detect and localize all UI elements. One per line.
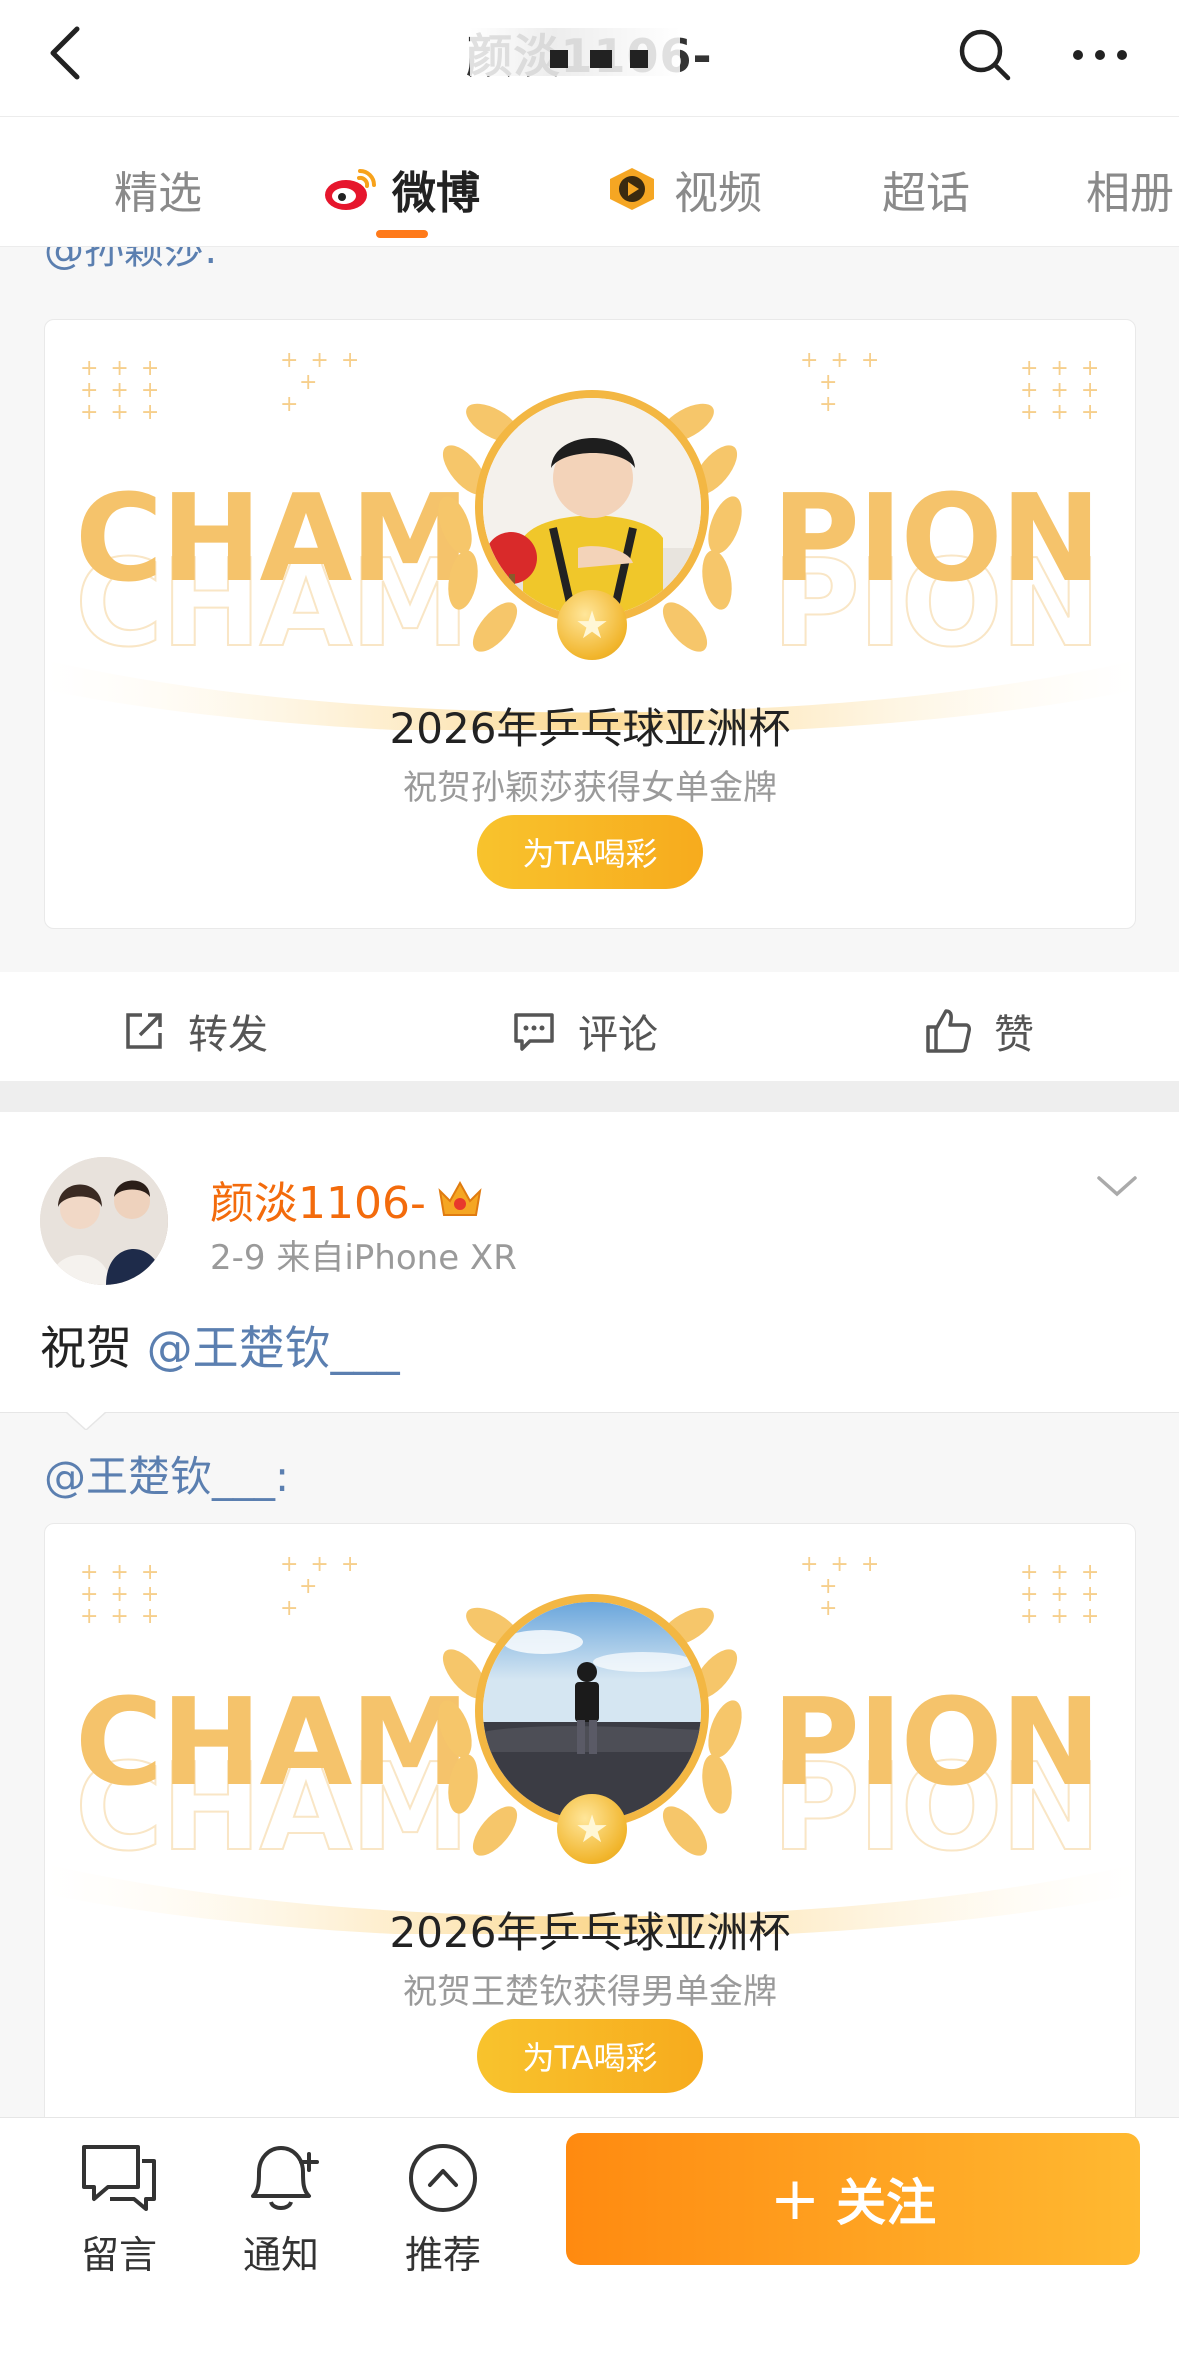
repost-button[interactable]: 转发 (122, 1002, 268, 1060)
post-mention-link[interactable]: @王楚钦___ (147, 1321, 400, 1375)
card-title: 2026年乒乓球亚洲杯 (389, 1908, 791, 1957)
tab-weibo[interactable]: 微博 (322, 157, 480, 221)
username-text: 颜淡1106- (210, 1178, 426, 1229)
champion-card[interactable]: +++ +++ +++ +++ + + +++ + + +++ +++ +++ CHAM … (44, 1523, 1136, 2117)
search-icon (959, 29, 1011, 81)
retweet-block: @王楚钦___: +++ +++ +++ +++ + + +++ + + +++ +++… (0, 1412, 1179, 2117)
message-label: 留言 (80, 2233, 157, 2277)
tab-video[interactable]: 视频 (604, 157, 762, 221)
comment-label: 评论 (578, 1012, 658, 1058)
profile-tabs: 精选 微博 视频 超话 相册 (0, 117, 1179, 247)
active-tab-indicator (376, 230, 428, 238)
quote-pointer (66, 1412, 106, 1430)
decor-plus-grid: +++ + + (800, 348, 892, 417)
card-subtitle: 祝贺王楚钦获得男单金牌 (403, 1972, 777, 2012)
decor-plus-grid: +++ + + (280, 348, 372, 417)
decor-plus-grid: +++ + + (800, 1552, 892, 1621)
like-button[interactable]: 赞 (924, 1002, 1034, 1060)
video-play-icon (610, 168, 654, 210)
decor-plus-grid: +++ + + (280, 1552, 372, 1621)
retweet-mention[interactable]: @孙颖莎: (44, 247, 217, 275)
recommend-label: 推荐 (404, 2233, 481, 2277)
recommend-button[interactable]: 推荐 (378, 2138, 508, 2279)
champion-card[interactable]: +++ +++ +++ +++ + + +++ + + +++ +++ +++ CHAM … (44, 319, 1136, 929)
post-text-prefix: 祝贺 (40, 1321, 147, 1375)
post-separator (0, 1082, 1179, 1112)
post-actions: 转发 评论 赞 (0, 972, 1179, 1082)
like-label: 赞 (994, 1012, 1034, 1058)
repost-icon (126, 1013, 162, 1049)
tab-label: 精选 (114, 168, 202, 219)
notify-label: 通知 (242, 2233, 319, 2277)
more-horizontal-icon (1073, 50, 1127, 60)
retweet-block: @孙颖莎: +++ +++ +++ +++ + + +++ + + +++ +++ +++… (0, 247, 1179, 972)
athlete-photo (475, 390, 709, 624)
title-redaction-mask (470, 28, 680, 76)
search-button[interactable] (950, 20, 1020, 90)
post-meta: 2-9 来自iPhone XR (210, 1238, 517, 1278)
notify-button[interactable]: 通知 (216, 2138, 346, 2279)
tab-label: 相册 (1086, 168, 1174, 219)
follow-button[interactable]: + 关注 (566, 2133, 1140, 2265)
top-nav-bar: 颜淡1106- (0, 0, 1179, 117)
comment-button[interactable]: 评论 (512, 1002, 658, 1060)
feed-scroll-area[interactable]: @孙颖莎: +++ +++ +++ +++ + + +++ + + +++ +++ +++… (0, 247, 1179, 2117)
decor-plus-grid: +++ +++ +++ (80, 356, 172, 425)
athlete-photo (475, 1594, 709, 1828)
banner-text-right: PION (772, 1674, 1101, 1813)
vip-crown-icon (438, 1180, 482, 1216)
chevron-up-circle-icon (409, 2144, 477, 2212)
cheer-button[interactable]: 为TA喝彩 (477, 2019, 703, 2093)
follow-label: 关注 (836, 2174, 937, 2232)
tab-label: 超话 (882, 168, 970, 219)
banner-text-left: CHAM (75, 470, 470, 609)
thumbs-up-icon (926, 1009, 971, 1053)
avatar[interactable] (40, 1157, 168, 1285)
decor-plus-grid: +++ +++ +++ (1020, 1560, 1112, 1629)
card-subtitle: 祝贺孙颖莎获得女单金牌 (403, 768, 777, 808)
gold-medal-icon: ★ (557, 1794, 627, 1864)
banner-text-left: CHAM (75, 1674, 470, 1813)
chevron-down-icon (1097, 1176, 1137, 1197)
retweet-mention[interactable]: @王楚钦___: (44, 1443, 289, 1504)
tab-featured[interactable]: 精选 (114, 157, 202, 221)
weibo-logo-icon (325, 169, 376, 210)
username[interactable]: 颜淡1106- (210, 1167, 484, 1231)
message-button[interactable]: 留言 (54, 2138, 184, 2279)
tab-label: 微博 (392, 168, 480, 219)
card-title: 2026年乒乓球亚洲杯 (389, 704, 791, 753)
gold-medal-icon: ★ (557, 590, 627, 660)
repost-label: 转发 (188, 1012, 268, 1058)
tab-album[interactable]: 相册 (1086, 157, 1174, 221)
post-menu-button[interactable] (1095, 1172, 1139, 1204)
more-button[interactable] (1065, 20, 1135, 90)
plus-icon: + (769, 2164, 821, 2234)
message-bubble-icon (82, 2145, 156, 2211)
post-text: 祝贺 @王楚钦___ (40, 1312, 400, 1378)
decor-plus-grid: +++ +++ +++ (80, 1560, 172, 1629)
bell-plus-icon (251, 2146, 319, 2210)
tab-label: 视频 (674, 168, 762, 219)
bottom-action-bar: 留言 通知 推荐 + 关注 (0, 2117, 1179, 2375)
tab-super-topic[interactable]: 超话 (882, 157, 970, 221)
post-card[interactable]: 颜淡1106- 2-9 来自iPhone XR 祝贺 @王楚钦___ (0, 1112, 1179, 1412)
banner-text-right: PION (772, 470, 1101, 609)
decor-plus-grid: +++ +++ +++ (1020, 356, 1112, 425)
comment-icon (514, 1013, 554, 1051)
cheer-button[interactable]: 为TA喝彩 (477, 815, 703, 889)
